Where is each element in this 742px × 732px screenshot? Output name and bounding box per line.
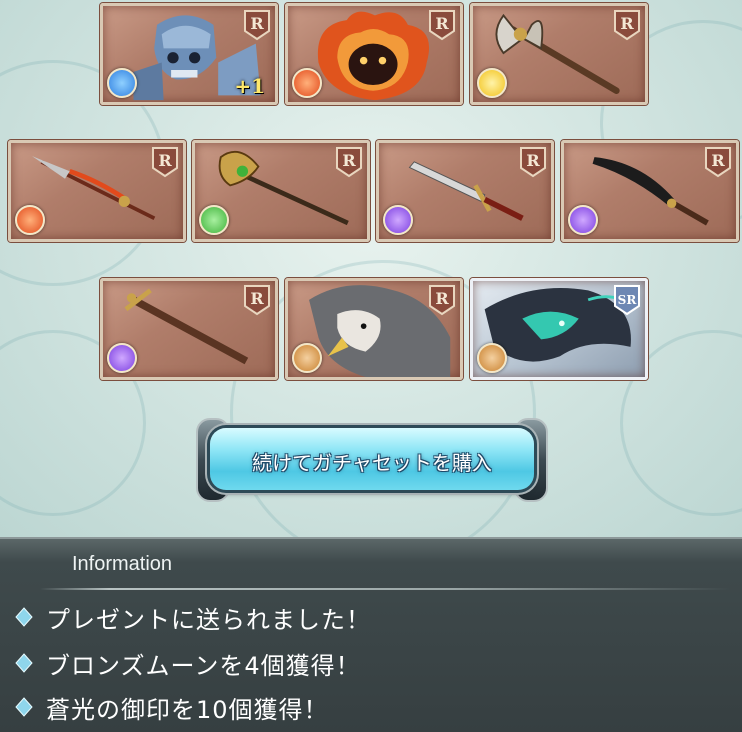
earth-element-icon (477, 343, 507, 373)
dark-element-icon (568, 205, 598, 235)
buy-gacha-set-again-button[interactable]: 続けてガチャセットを購入 (196, 418, 548, 502)
reward-card[interactable]: SR (470, 278, 648, 380)
svg-text:SR: SR (618, 293, 638, 307)
reward-card[interactable]: R (561, 140, 739, 242)
svg-text:R: R (620, 14, 634, 33)
svg-text:R: R (250, 289, 264, 308)
svg-text:R: R (158, 151, 172, 170)
button-label: 続けてガチャセットを購入 (252, 451, 492, 475)
rarity-badge-r: R (244, 285, 270, 316)
reward-card[interactable]: R +1 (100, 3, 278, 105)
fire-element-icon (15, 205, 45, 235)
rarity-badge-r: R (336, 147, 362, 178)
rarity-badge-r: R (429, 10, 455, 41)
light-element-icon (477, 68, 507, 98)
dark-element-icon (107, 343, 137, 373)
information-panel: Information プレゼントに送られました！ ブロンズムーンを4個獲得！ … (0, 537, 742, 732)
earth-element-icon (292, 343, 322, 373)
rarity-badge-r: R (429, 285, 455, 316)
info-message: 蒼光の御印を10個獲得！ (14, 687, 329, 727)
rarity-badge-r: R (614, 10, 640, 41)
title-divider (40, 588, 730, 590)
rarity-badge-r: R (705, 147, 731, 178)
rarity-badge-r: R (152, 147, 178, 178)
reward-card[interactable]: R (470, 3, 648, 105)
svg-text:R: R (342, 151, 356, 170)
reward-card[interactable]: R (8, 140, 186, 242)
water-element-icon (107, 68, 137, 98)
info-message-text: ブロンズムーンを4個獲得！ (46, 651, 361, 680)
plus-bonus: +1 (234, 74, 265, 98)
svg-text:R: R (250, 14, 264, 33)
info-message-text: プレゼントに送られました！ (46, 605, 371, 634)
diamond-bullet-icon (15, 607, 33, 627)
info-message: プレゼントに送られました！ (14, 597, 371, 637)
wind-element-icon (199, 205, 229, 235)
rarity-badge-r: R (244, 10, 270, 41)
reward-card[interactable]: R (285, 3, 463, 105)
dark-element-icon (383, 205, 413, 235)
info-message-text: 蒼光の御印を10個獲得！ (46, 695, 329, 724)
diamond-bullet-icon (15, 697, 33, 717)
svg-text:R: R (526, 151, 540, 170)
diamond-bullet-icon (15, 653, 33, 673)
information-title: Information (72, 553, 173, 575)
svg-text:R: R (711, 151, 725, 170)
reward-card[interactable]: R (285, 278, 463, 380)
fire-element-icon (292, 68, 322, 98)
reward-card[interactable]: R (376, 140, 554, 242)
reward-card[interactable]: R (100, 278, 278, 380)
svg-text:R: R (435, 289, 449, 308)
rarity-badge-sr: SR (614, 285, 640, 316)
reward-card[interactable]: R (192, 140, 370, 242)
rarity-badge-r: R (520, 147, 546, 178)
info-message: ブロンズムーンを4個獲得！ (14, 643, 361, 683)
svg-text:R: R (435, 14, 449, 33)
